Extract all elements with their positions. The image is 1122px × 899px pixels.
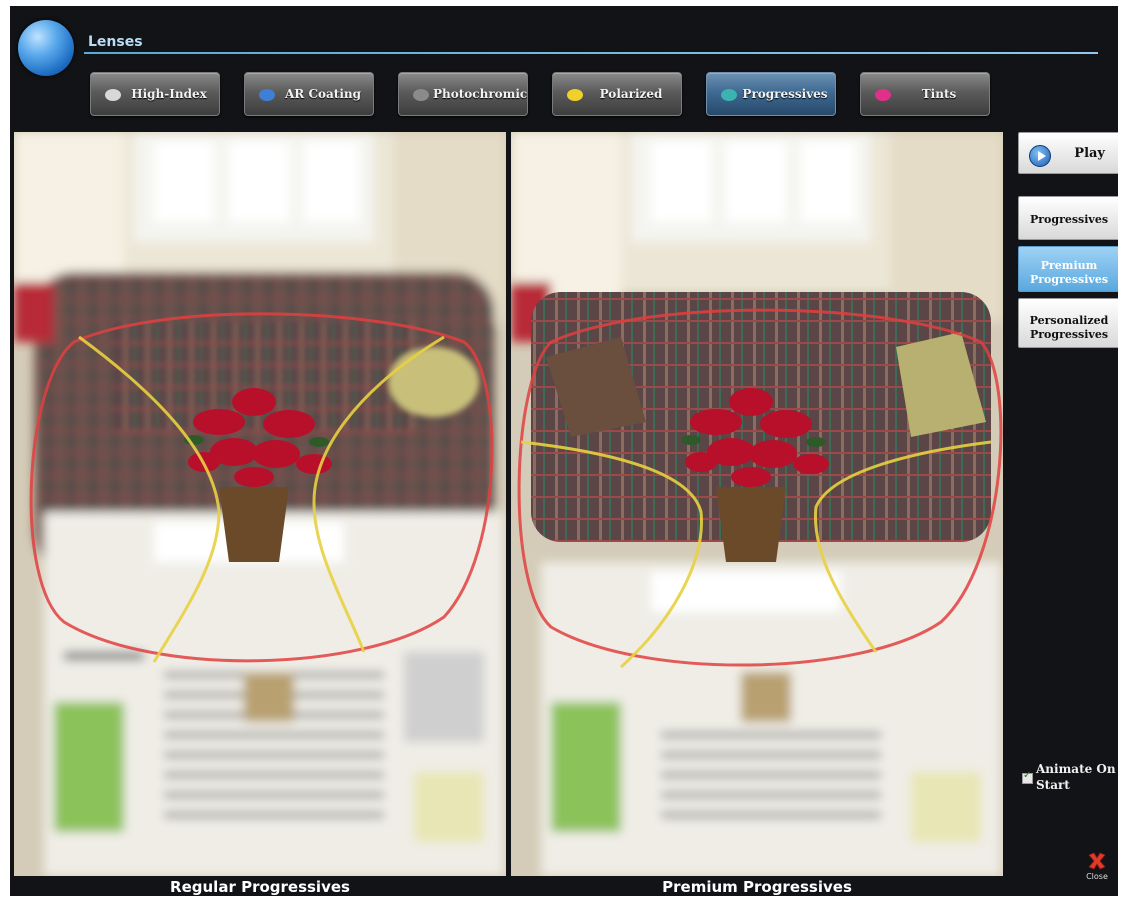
option-premium-progressives[interactable]: Premium Progressives — [1018, 246, 1118, 292]
tab-tints[interactable]: Tints — [860, 72, 990, 116]
living-room-photo — [14, 132, 506, 876]
page-title: Lenses — [88, 34, 143, 50]
play-label: Play — [1074, 146, 1105, 161]
animate-checkbox[interactable] — [1022, 770, 1033, 784]
lens-tabs: High-Index AR Coating Photochromic Polar… — [90, 72, 1000, 118]
play-icon — [1029, 145, 1051, 167]
option-label: Personalized Progressives — [1029, 313, 1109, 341]
photochromic-icon — [413, 89, 429, 101]
polarized-icon — [567, 89, 583, 101]
tab-label: Progressives — [742, 87, 828, 101]
progressives-icon — [721, 89, 737, 101]
tab-label: AR Coating — [284, 87, 361, 101]
play-button[interactable]: Play — [1018, 132, 1118, 174]
high-index-icon — [105, 89, 121, 101]
option-personalized-progressives[interactable]: Personalized Progressives — [1018, 298, 1118, 348]
tab-label: Photochromic — [433, 87, 528, 101]
lens-demo-app: Lenses High-Index AR Coating Photochromi… — [10, 6, 1118, 896]
living-room-photo — [511, 132, 1003, 876]
tints-icon — [875, 89, 891, 101]
sharp-focus-zone — [531, 292, 991, 562]
tab-polarized[interactable]: Polarized — [552, 72, 682, 116]
animate-on-start-toggle[interactable]: Animate On Start — [1022, 761, 1118, 795]
premium-progressives-view — [511, 132, 1003, 876]
animate-label: Animate On Start — [1036, 762, 1116, 792]
app-logo — [18, 20, 74, 76]
ar-coating-icon — [259, 89, 275, 101]
tab-label: Polarized — [599, 87, 663, 101]
tab-label: Tints — [921, 87, 957, 101]
close-icon — [1088, 852, 1106, 870]
tab-photochromic[interactable]: Photochromic — [398, 72, 528, 116]
close-label: Close — [1086, 872, 1108, 881]
tab-progressives[interactable]: Progressives — [706, 72, 836, 116]
regular-progressives-view — [14, 132, 506, 876]
tab-high-index[interactable]: High-Index — [90, 72, 220, 116]
tab-label: High-Index — [131, 87, 207, 101]
option-label: Progressives — [1029, 213, 1109, 226]
left-caption: Regular Progressives — [170, 878, 350, 896]
tab-ar-coating[interactable]: AR Coating — [244, 72, 374, 116]
title-divider — [84, 52, 1098, 54]
option-label: Premium Progressives — [1029, 258, 1109, 286]
close-button[interactable]: Close — [1082, 850, 1112, 890]
right-caption: Premium Progressives — [662, 878, 852, 896]
option-progressives[interactable]: Progressives — [1018, 196, 1118, 240]
